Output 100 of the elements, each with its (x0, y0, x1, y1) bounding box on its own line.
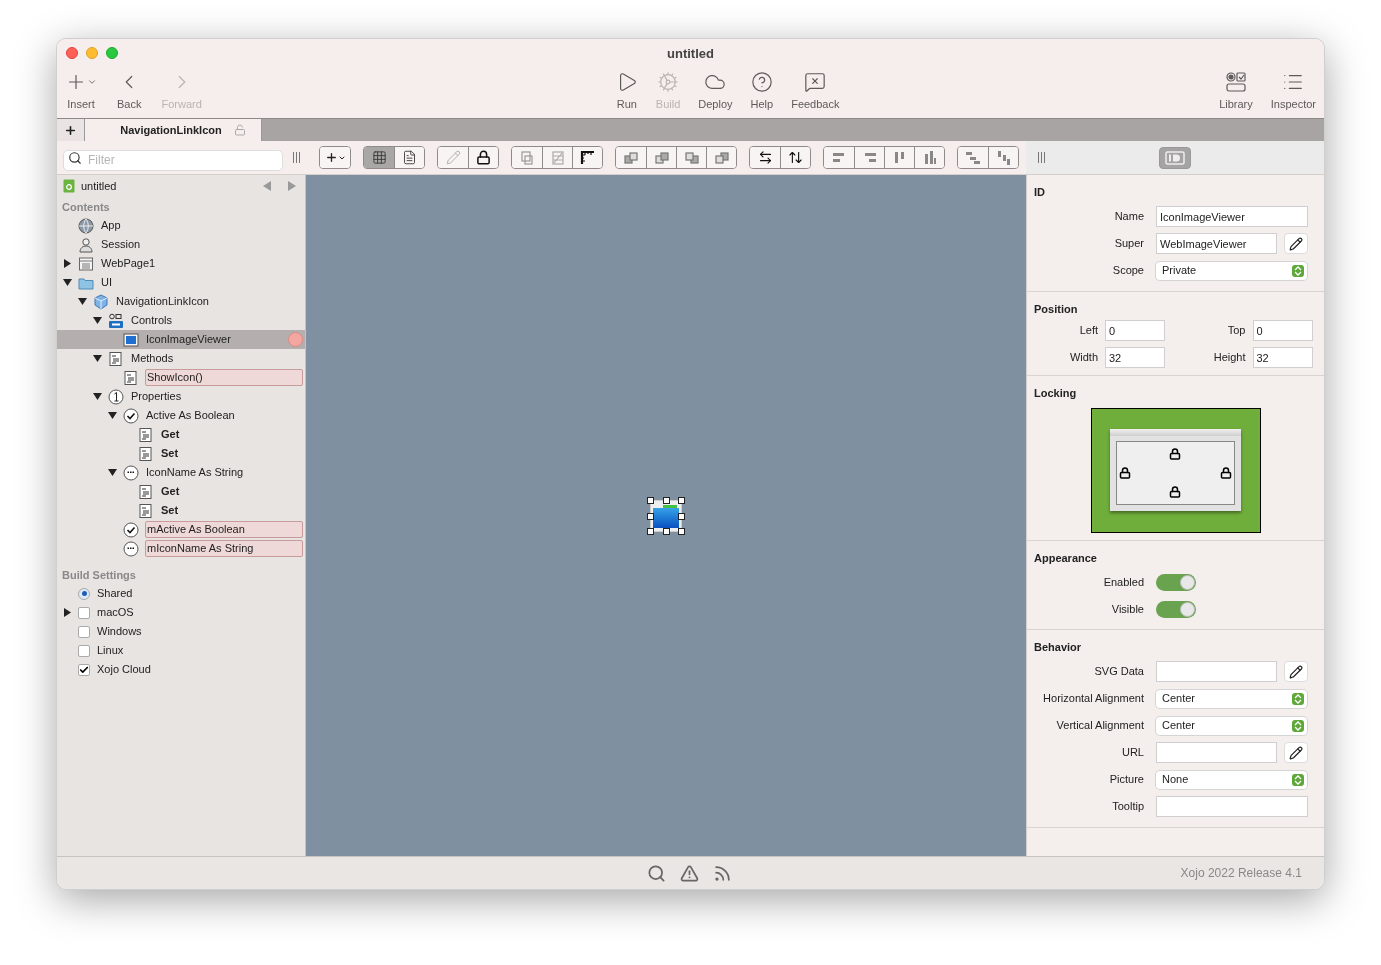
field-label: Left (1078, 323, 1098, 339)
tree-item[interactable]: mActive As Boolean (57, 520, 305, 539)
text-field[interactable] (1156, 742, 1277, 763)
stepper-icon (1292, 692, 1304, 705)
image-viewer-control[interactable] (650, 499, 682, 532)
radio-button[interactable] (78, 587, 90, 600)
tree-item[interactable]: Controls (57, 311, 305, 330)
tree-item[interactable]: Active As Boolean (57, 406, 305, 425)
number-field[interactable]: 32 (1252, 347, 1313, 368)
disclosure-triangle-icon[interactable] (108, 411, 117, 420)
warning-icon[interactable] (680, 864, 699, 883)
text-field[interactable] (1156, 661, 1277, 682)
field-label: Horizontal Alignment (1042, 691, 1144, 707)
tree-item[interactable]: Methods (57, 349, 305, 368)
document-tab[interactable]: NavigationLinkIcon (85, 119, 262, 141)
toolbar-button[interactable]: Inspector (1266, 68, 1320, 110)
item-label: ShowIcon() (145, 369, 303, 386)
close-button[interactable] (66, 47, 78, 59)
disclosure-triangle-icon[interactable] (63, 278, 72, 287)
previous-arrow-icon[interactable] (262, 181, 272, 191)
splitter-handle-icon[interactable] (1038, 152, 1045, 163)
toolbar-button[interactable]: Help (746, 68, 778, 110)
section-heading: Contents (61, 199, 111, 215)
layout-tool-button[interactable] (394, 147, 424, 168)
zoom-button[interactable] (106, 47, 118, 59)
tree-item[interactable]: Get (57, 425, 305, 444)
layout-tool-button[interactable] (572, 147, 602, 168)
lock-icon[interactable] (1220, 467, 1232, 479)
text-field[interactable]: IconImageViewer (1156, 206, 1308, 227)
tree-item[interactable]: UI (57, 273, 305, 292)
popup-menu[interactable]: Private (1156, 261, 1307, 280)
text-field[interactable]: WebImageViewer (1156, 233, 1277, 254)
number-field[interactable]: 32 (1105, 347, 1165, 368)
popup-menu[interactable]: Center (1156, 716, 1307, 735)
checkbox[interactable] (78, 606, 90, 619)
text-field[interactable] (1156, 796, 1308, 817)
checkbox[interactable] (78, 644, 90, 657)
item-label: mIconName As String (145, 540, 303, 557)
edit-button[interactable] (1284, 661, 1308, 682)
item-label: Set (160, 446, 180, 461)
toolbar-button[interactable]: Deploy (694, 68, 737, 110)
toolbar-button[interactable]: Feedback (787, 68, 844, 110)
item-label: IconName As String (145, 465, 245, 480)
number-field[interactable]: 0 (1105, 320, 1165, 341)
layout-tool-button[interactable] (780, 147, 810, 168)
tree-item[interactable]: IconName As String (57, 463, 305, 482)
checkmark-circle-icon (123, 407, 139, 424)
lock-icon[interactable] (1119, 467, 1131, 479)
splitter-handle-icon[interactable] (293, 152, 300, 163)
layout-tool-button[interactable] (468, 147, 498, 168)
popup-menu[interactable]: Center (1156, 689, 1307, 708)
next-arrow-icon[interactable] (287, 181, 297, 191)
tree-item[interactable]: App (57, 216, 305, 235)
tree-item[interactable]: IconImageViewer (57, 330, 305, 349)
toolbar-button[interactable]: Library (1215, 68, 1257, 110)
popup-menu[interactable]: None (1156, 770, 1307, 789)
checkbox[interactable] (78, 625, 90, 638)
disclosure-triangle-icon[interactable] (93, 354, 102, 363)
lock-icon[interactable] (1169, 486, 1182, 499)
lock-icon[interactable] (1169, 447, 1182, 460)
edit-button[interactable] (1284, 233, 1308, 254)
tree-item[interactable]: mIconName As String (57, 539, 305, 558)
tree-item[interactable]: Get (57, 482, 305, 501)
checkbox[interactable] (78, 663, 90, 676)
disclosure-triangle-icon[interactable] (108, 468, 117, 477)
layout-tool-button[interactable] (750, 147, 780, 168)
number-field[interactable]: 0 (1252, 320, 1313, 341)
disclosure-triangle-icon[interactable] (63, 608, 72, 617)
tree-item[interactable]: Set (57, 501, 305, 520)
layout-tool-button[interactable] (320, 147, 350, 168)
filter-field[interactable]: Filter (63, 149, 283, 171)
item-label: Session (100, 237, 142, 252)
id-mode-button[interactable] (1159, 146, 1191, 169)
edit-button[interactable] (1284, 742, 1308, 763)
field-label: URL (1121, 745, 1144, 761)
field-label: Super (1113, 236, 1144, 252)
toolbar-button[interactable]: Run (611, 68, 642, 110)
tree-item[interactable]: ShowIcon() (57, 368, 305, 387)
controls-icon (108, 312, 124, 329)
toolbar-button[interactable]: Back (113, 68, 146, 110)
tree-item[interactable]: NavigationLinkIcon (57, 292, 305, 311)
search-icon[interactable] (647, 864, 666, 883)
feed-icon[interactable] (713, 864, 732, 883)
tree-item[interactable]: Session (57, 235, 305, 254)
tree-item[interactable]: WebPage1 (57, 254, 305, 273)
toggle-switch[interactable] (1156, 573, 1196, 591)
section-heading: Behavior (1034, 640, 1083, 655)
tree-item[interactable]: Properties (57, 387, 305, 406)
new-tab-button[interactable] (57, 119, 85, 141)
stepper-icon (1292, 773, 1304, 786)
disclosure-triangle-icon[interactable] (93, 392, 102, 401)
code-page-icon (138, 483, 154, 500)
disclosure-triangle-icon[interactable] (63, 259, 72, 268)
disclosure-triangle-icon[interactable] (93, 316, 102, 325)
toggle-switch[interactable] (1156, 600, 1196, 618)
tree-item[interactable]: Set (57, 444, 305, 463)
toolbar-button[interactable]: Insert (61, 68, 101, 110)
disclosure-triangle-icon[interactable] (78, 297, 87, 306)
item-label: Get (160, 427, 181, 442)
item-label: mActive As Boolean (145, 521, 303, 538)
